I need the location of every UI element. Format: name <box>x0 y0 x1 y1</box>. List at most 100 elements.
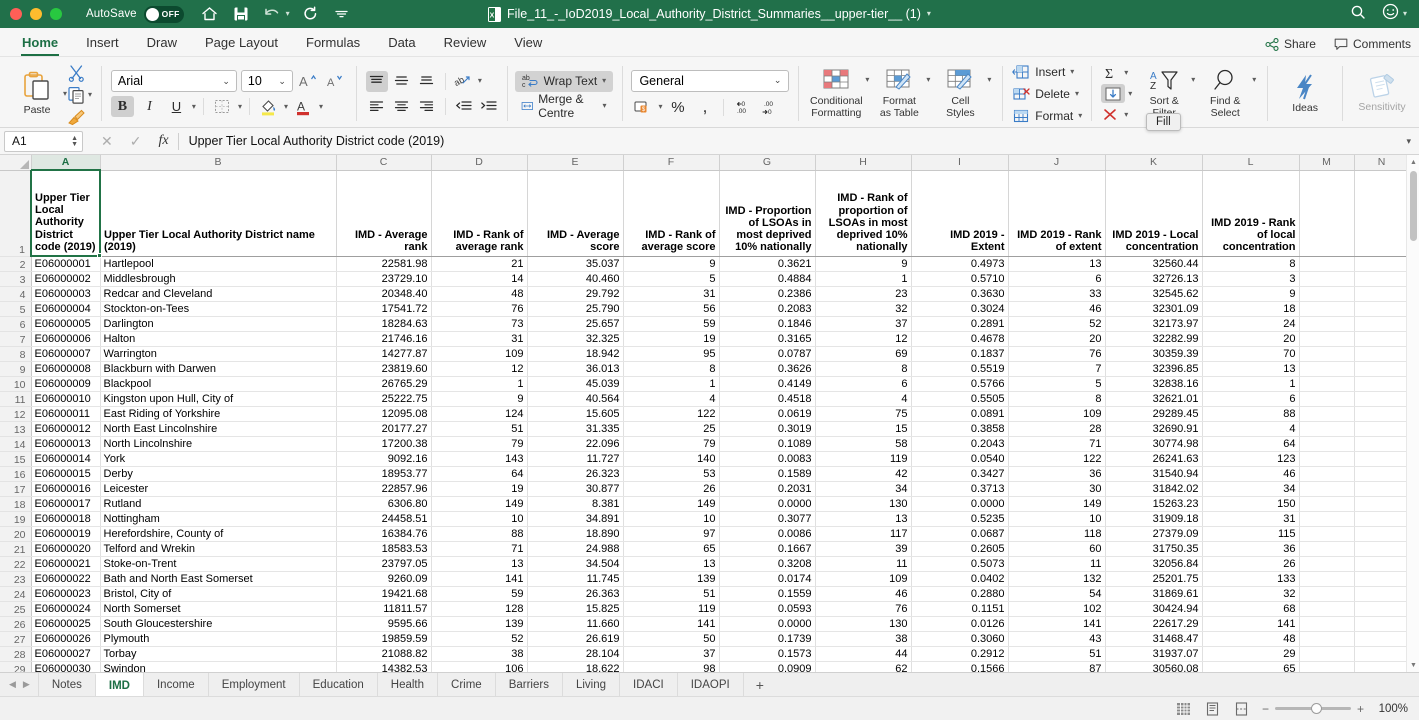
orientation-button[interactable]: ab <box>453 71 475 92</box>
row-header-3[interactable]: 3 <box>0 271 32 287</box>
cell-G1[interactable]: IMD - Proportion of LSOAs in most depriv… <box>719 170 816 257</box>
cell-H18[interactable]: 130 <box>815 496 912 512</box>
font-name-dropdown-icon[interactable]: ⌄ <box>222 76 230 87</box>
cell-G5[interactable]: 0.2083 <box>719 301 816 317</box>
bold-button[interactable]: B <box>110 96 134 117</box>
cell-A29[interactable]: E06000030 <box>31 661 101 672</box>
cell-H1[interactable]: IMD - Rank of proportion of LSOAs in mos… <box>815 170 912 257</box>
formula-bar-actions[interactable]: ✕ ✓ fx <box>101 133 169 150</box>
confirm-entry-icon[interactable]: ✓ <box>130 133 142 150</box>
cell-L6[interactable]: 24 <box>1202 316 1300 332</box>
cell-D25[interactable]: 128 <box>431 601 528 617</box>
merge-centre-dropdown-icon[interactable]: ▾ <box>603 102 607 110</box>
cell-D1[interactable]: IMD - Rank of average rank <box>431 170 528 257</box>
sheet-tab-bar[interactable]: ◀ ▶ Notes IMD Income Employment Education Hea… <box>0 672 1419 696</box>
cell-J21[interactable]: 60 <box>1008 541 1106 557</box>
page-layout-icon[interactable] <box>1204 701 1221 716</box>
cell-C1[interactable]: IMD - Average rank <box>336 170 432 257</box>
cell-F13[interactable]: 25 <box>623 421 720 437</box>
cell-J13[interactable]: 28 <box>1008 421 1106 437</box>
cell-J19[interactable]: 10 <box>1008 511 1106 527</box>
cell-I22[interactable]: 0.5073 <box>911 556 1009 572</box>
cell-D15[interactable]: 143 <box>431 451 528 467</box>
cell-J14[interactable]: 71 <box>1008 436 1106 452</box>
table-row[interactable]: 22 E06000021 Stoke-on-Trent 23797.05 13 34.50… <box>0 556 1410 572</box>
cell-A12[interactable]: E06000011 <box>31 406 101 422</box>
cell-A23[interactable]: E06000022 <box>31 571 101 587</box>
cell-F14[interactable]: 79 <box>623 436 720 452</box>
cell-C18[interactable]: 6306.80 <box>336 496 432 512</box>
cell-B16[interactable]: Derby <box>100 466 337 482</box>
previous-sheet-icon[interactable]: ◀ <box>9 679 16 690</box>
cell-G15[interactable]: 0.0083 <box>719 451 816 467</box>
cell-F8[interactable]: 95 <box>623 346 720 362</box>
cell-D12[interactable]: 124 <box>431 406 528 422</box>
row-header-19[interactable]: 19 <box>0 511 32 527</box>
percent-style-button[interactable]: % <box>666 97 689 118</box>
cell-J18[interactable]: 149 <box>1008 496 1106 512</box>
cell-C24[interactable]: 19421.68 <box>336 586 432 602</box>
cell-G22[interactable]: 0.3208 <box>719 556 816 572</box>
cell-N16[interactable] <box>1354 466 1410 482</box>
cell-H29[interactable]: 62 <box>815 661 912 672</box>
column-header-row[interactable]: A B C D E F G H I J K L M N <box>0 155 1410 171</box>
cell-F10[interactable]: 1 <box>623 376 720 392</box>
cell-E1[interactable]: IMD - Average score <box>527 170 624 257</box>
font-color-button[interactable]: A <box>292 96 315 117</box>
formula-bar[interactable]: A1 ▲ ▼ ✕ ✓ fx Upper Tier Local Authority … <box>0 128 1419 155</box>
cell-N25[interactable] <box>1354 601 1410 617</box>
cell-H2[interactable]: 9 <box>815 256 912 272</box>
cell-G21[interactable]: 0.1667 <box>719 541 816 557</box>
cell-N7[interactable] <box>1354 331 1410 347</box>
cell-M27[interactable] <box>1299 631 1355 647</box>
cell-E4[interactable]: 29.792 <box>527 286 624 302</box>
window-controls[interactable] <box>10 8 62 20</box>
cell-J10[interactable]: 5 <box>1008 376 1106 392</box>
column-header-K[interactable]: K <box>1105 155 1203 171</box>
table-row[interactable]: 19 E06000018 Nottingham 24458.51 10 34.891 10 0… <box>0 511 1410 527</box>
cell-E29[interactable]: 18.622 <box>527 661 624 672</box>
wrap-text-button[interactable]: ab c Wrap Text ▾ <box>514 70 613 92</box>
cell-I29[interactable]: 0.1566 <box>911 661 1009 672</box>
cell-A13[interactable]: E06000012 <box>31 421 101 437</box>
cell-L23[interactable]: 133 <box>1202 571 1300 587</box>
increase-decimal-button[interactable]: 0.00 <box>731 97 754 118</box>
cell-M6[interactable] <box>1299 316 1355 332</box>
next-sheet-icon[interactable]: ▶ <box>23 679 30 690</box>
cell-B14[interactable]: North Lincolnshire <box>100 436 337 452</box>
cell-A7[interactable]: E06000006 <box>31 331 101 347</box>
cell-D18[interactable]: 149 <box>431 496 528 512</box>
cell-K25[interactable]: 30424.94 <box>1105 601 1203 617</box>
cell-L29[interactable]: 65 <box>1202 661 1300 672</box>
cell-N24[interactable] <box>1354 586 1410 602</box>
cell-C20[interactable]: 16384.76 <box>336 526 432 542</box>
cell-K22[interactable]: 32056.84 <box>1105 556 1203 572</box>
cell-N23[interactable] <box>1354 571 1410 587</box>
close-window-button[interactable] <box>10 8 22 20</box>
cell-L4[interactable]: 9 <box>1202 286 1300 302</box>
cell-E26[interactable]: 11.660 <box>527 616 624 632</box>
cell-A5[interactable]: E06000004 <box>31 301 101 317</box>
cell-D16[interactable]: 64 <box>431 466 528 482</box>
cut-button[interactable] <box>67 63 92 83</box>
column-header-G[interactable]: G <box>719 155 816 171</box>
column-header-H[interactable]: H <box>815 155 912 171</box>
cell-B19[interactable]: Nottingham <box>100 511 337 527</box>
cell-E17[interactable]: 30.877 <box>527 481 624 497</box>
cell-M19[interactable] <box>1299 511 1355 527</box>
cell-D17[interactable]: 19 <box>431 481 528 497</box>
cell-J11[interactable]: 8 <box>1008 391 1106 407</box>
row-header-11[interactable]: 11 <box>0 391 32 407</box>
undo-icon[interactable] <box>262 4 282 24</box>
row-header-4[interactable]: 4 <box>0 286 32 302</box>
sheet-tab-employment[interactable]: Employment <box>207 673 300 696</box>
cell-I4[interactable]: 0.3630 <box>911 286 1009 302</box>
cell-G20[interactable]: 0.0086 <box>719 526 816 542</box>
cell-F12[interactable]: 122 <box>623 406 720 422</box>
insert-function-icon[interactable]: fx <box>158 133 168 149</box>
cell-C26[interactable]: 9595.66 <box>336 616 432 632</box>
cell-F28[interactable]: 37 <box>623 646 720 662</box>
accounting-format-button[interactable]: $ <box>631 97 654 118</box>
cell-K2[interactable]: 32560.44 <box>1105 256 1203 272</box>
cell-K6[interactable]: 32173.97 <box>1105 316 1203 332</box>
